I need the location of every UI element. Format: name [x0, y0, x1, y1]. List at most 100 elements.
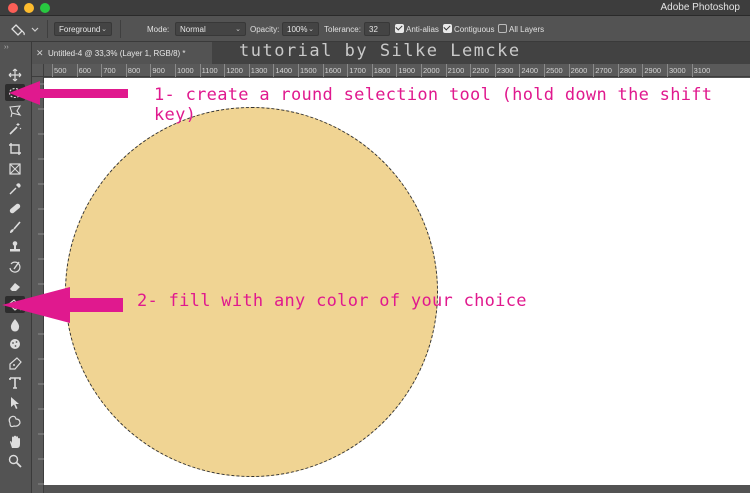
ruler-tick-line: [470, 64, 472, 77]
ruler-tick-label: 2600: [570, 66, 588, 75]
ruler-tick-line: [322, 64, 324, 77]
ruler-tick-label: 2300: [496, 66, 514, 75]
bandage-icon: [9, 203, 21, 213]
zoom-icon: [8, 454, 22, 468]
mode-dropdown[interactable]: Normal ⌄: [175, 22, 246, 36]
ruler-tick-line: [76, 64, 78, 77]
ruler-tick-line: [125, 64, 127, 77]
ruler-tick-label: 800: [127, 66, 141, 75]
ruler-tick-line: [445, 64, 447, 77]
tutorial-credit: tutorial by Silke Lemcke: [239, 41, 521, 61]
ruler-tick-label: 2000: [423, 66, 440, 75]
document-canvas[interactable]: [44, 78, 750, 485]
ruler-tick-line: [593, 64, 595, 77]
crop-tool[interactable]: [5, 140, 25, 157]
custom-shape-tool[interactable]: [5, 413, 25, 430]
zoom-tool[interactable]: [5, 452, 25, 469]
ruler-tick-line: [199, 64, 201, 77]
ruler-tick-label: 2800: [619, 66, 637, 75]
shape-icon: [8, 415, 21, 427]
document-tab[interactable]: ✕ Untitled-4 @ 33,3% (Layer 1, RGB/8) *: [32, 42, 212, 64]
healing-brush-tool[interactable]: [5, 199, 25, 216]
hand-tool[interactable]: [5, 433, 25, 450]
history-brush-tool[interactable]: [5, 258, 25, 275]
opacity-label: Opacity:: [250, 25, 280, 34]
ruler-tick-line: [52, 64, 53, 77]
anti-alias-label: Anti-alias: [406, 25, 439, 34]
ruler-tick-line: [150, 64, 152, 77]
ruler-tick-line: [544, 64, 545, 77]
path-selection-tool[interactable]: [5, 394, 25, 411]
ruler-tick-label: 1700: [349, 66, 366, 75]
ruler-tick-label: 900: [152, 66, 165, 75]
frame-icon: [9, 162, 21, 175]
ruler-tick-label: 1000: [177, 66, 194, 75]
ruler-tick-label: 600: [78, 66, 92, 75]
ruler-tick-label: 1100: [201, 66, 218, 75]
ruler-tick-label: 1200: [226, 66, 243, 75]
vertical-ruler[interactable]: [32, 64, 44, 493]
ruler-tick-label: 2400: [521, 66, 539, 75]
magic-wand-tool[interactable]: [5, 120, 25, 137]
annotation-step1: 1- create a round selection tool (hold d…: [154, 85, 713, 125]
ruler-tick-label: 1800: [373, 66, 391, 75]
fill-source-dropdown[interactable]: Foreground ⌄: [54, 22, 112, 36]
brush-icon: [10, 220, 21, 233]
paint-bucket-icon: [11, 24, 39, 36]
contiguous-checkbox[interactable]: [443, 24, 452, 33]
ruler-tick-line: [667, 64, 668, 77]
pen-tool[interactable]: [5, 355, 25, 372]
panel-collapse-icon[interactable]: ››: [4, 44, 9, 51]
ruler-tick-line: [568, 64, 570, 77]
eyedropper-tool[interactable]: [5, 180, 25, 197]
ruler-tick-line: [371, 64, 373, 77]
mode-label: Mode:: [147, 25, 170, 34]
brush-tool[interactable]: [5, 219, 25, 236]
ruler-tick-line: [421, 64, 422, 77]
tolerance-value: 32: [369, 25, 378, 34]
close-window-button[interactable]: [8, 3, 18, 13]
chevron-down-icon: ⌄: [235, 26, 241, 33]
contiguous-label: Contiguous: [454, 25, 495, 34]
ruler-tick-label: 2200: [472, 66, 489, 75]
ruler-tick-label: 1500: [300, 66, 317, 75]
type-tool[interactable]: [5, 374, 25, 391]
magic-wand-icon: [9, 122, 22, 135]
ruler-tick-label: 2500: [546, 66, 563, 75]
ruler-tick-line: [396, 64, 398, 77]
close-tab-icon[interactable]: ✕: [36, 48, 44, 59]
ruler-tick-label: 1900: [398, 66, 416, 75]
tolerance-label: Tolerance:: [324, 25, 361, 34]
app-title: Adobe Photoshop: [660, 2, 740, 13]
annotation-arrow-step2: [2, 287, 123, 323]
annotation-step2: 2- fill with any color of your choice: [137, 291, 527, 311]
clone-stamp-tool[interactable]: [5, 238, 25, 255]
minimize-window-button[interactable]: [24, 3, 34, 13]
title-bar: Adobe Photoshop: [0, 0, 750, 16]
eyedropper-icon: [9, 182, 21, 194]
type-icon: [9, 376, 21, 389]
ruler-tick-line: [691, 64, 693, 77]
fill-source-value: Foreground: [59, 25, 101, 34]
ruler-tick-line: [248, 64, 250, 77]
maximize-window-button[interactable]: [40, 3, 50, 13]
ruler-tick-label: 3100: [693, 66, 711, 75]
canvas-pasteboard: [44, 485, 750, 493]
stamp-icon: [10, 240, 20, 251]
sponge-tool[interactable]: [5, 335, 25, 352]
horizontal-ruler[interactable]: 500 600 700 800 900 1000 1100 1200 1300 1400 1500 1…: [44, 64, 750, 77]
ruler-tick-line: [101, 64, 103, 77]
tool-preset-picker[interactable]: [10, 20, 44, 38]
ruler-tick-line: [273, 64, 275, 77]
all-layers-checkbox[interactable]: [498, 24, 507, 33]
anti-alias-checkbox[interactable]: [395, 24, 404, 33]
separator: [120, 20, 121, 38]
tolerance-input[interactable]: 32: [364, 22, 390, 36]
vertical-ruler-ticks: [38, 83, 44, 485]
ruler-origin[interactable]: [32, 64, 44, 77]
opacity-field[interactable]: 100% ⌄: [282, 22, 319, 36]
separator: [47, 20, 48, 38]
frame-tool[interactable]: [5, 160, 25, 177]
chevron-down-icon: ⌄: [308, 26, 314, 33]
ruler-tick-label: 1400: [275, 66, 293, 75]
